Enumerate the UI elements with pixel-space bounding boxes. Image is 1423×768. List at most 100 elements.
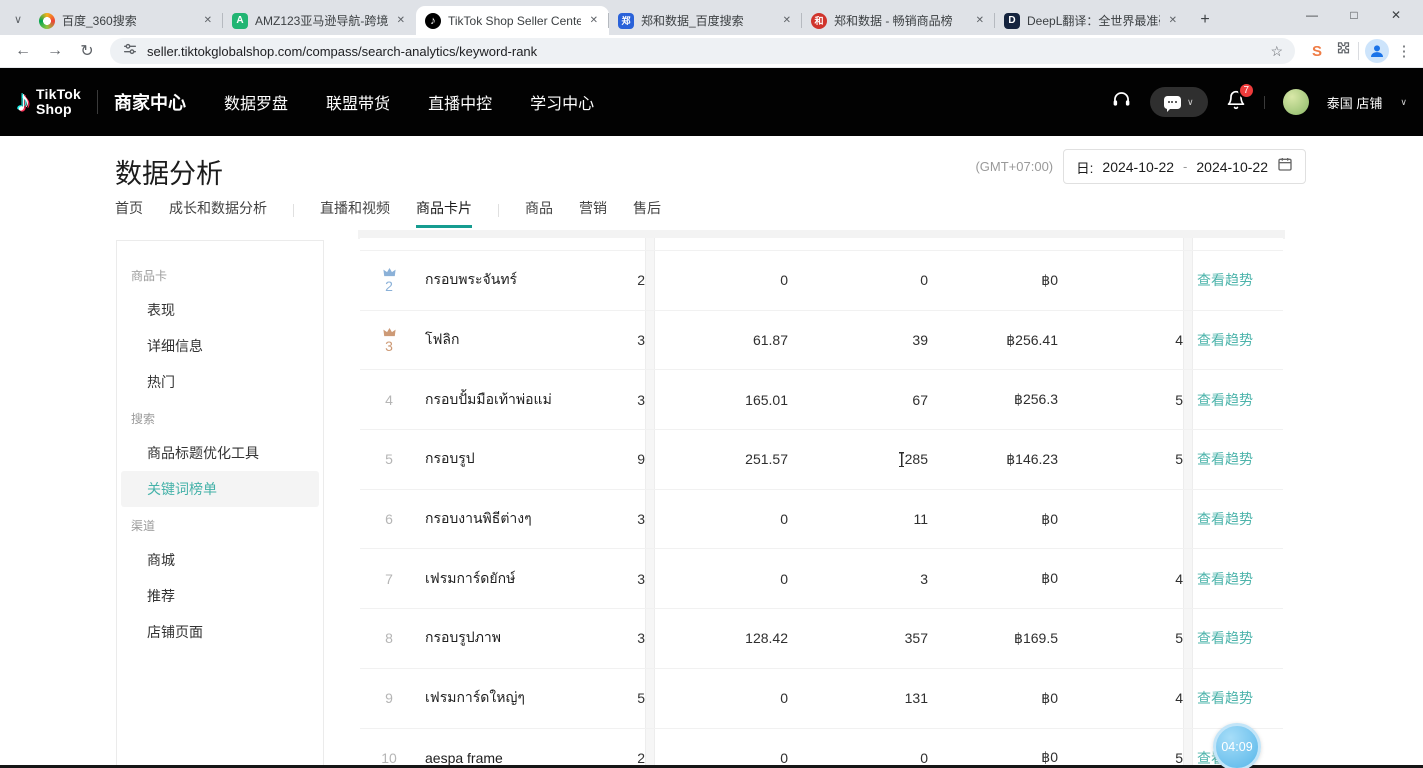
rank-number: 9 [385, 690, 393, 706]
table-row: 9เฟรมการ์ดใหญ่ๆ50131฿04查看趋势 [360, 669, 1283, 729]
tiktok-note-icon: ♪ [16, 85, 31, 119]
header-nav-item[interactable]: 直播中控 [428, 90, 492, 114]
view-trend-link[interactable]: 查看趋势 [1197, 630, 1253, 646]
header-nav-item[interactable]: 联盟带货 [326, 90, 390, 114]
tab-close-icon[interactable]: ✕ [395, 13, 407, 28]
page-tab[interactable]: 直播和视频 [320, 198, 390, 228]
browser-tab[interactable]: DDeepL翻译：全世界最准确✕ [995, 6, 1188, 35]
rank-number: 4 [385, 392, 393, 408]
column-seam [645, 549, 655, 608]
toolbar-divider [1358, 42, 1359, 60]
site-settings-icon[interactable] [122, 41, 138, 62]
column-seam [645, 238, 655, 250]
clipped-value: 3 [637, 630, 645, 646]
value-cell: 0 [655, 571, 788, 587]
extensions-puzzle-icon[interactable] [1335, 40, 1352, 62]
rank-cell: 9 [360, 669, 418, 728]
page-tab[interactable]: 商品 [525, 198, 553, 228]
view-trend-link[interactable]: 查看趋势 [1197, 332, 1253, 348]
sidebar-item[interactable]: 表现 [117, 292, 323, 328]
tab-close-icon[interactable]: ✕ [1167, 13, 1179, 28]
clipped-value: 5 [637, 690, 645, 706]
tab-close-icon[interactable]: ✕ [588, 13, 600, 28]
page-tab[interactable]: 售后 [633, 198, 661, 228]
address-bar[interactable]: seller.tiktokglobalshop.com/compass/sear… [110, 38, 1295, 64]
maximize-button[interactable]: □ [1333, 0, 1375, 30]
keyword-cell: เฟรมการ์ดใหญ่ๆ [418, 687, 637, 709]
tab-close-icon[interactable]: ✕ [202, 13, 214, 28]
calendar-icon[interactable] [1277, 156, 1293, 177]
crown-icon [383, 267, 396, 277]
view-trend-link[interactable]: 查看趋势 [1197, 451, 1253, 467]
browser-tab[interactable]: 百度_360搜索 ✕ [30, 6, 223, 35]
browser-tab[interactable]: 郑郑和数据_百度搜索✕ [609, 6, 802, 35]
back-button[interactable]: ← [10, 38, 36, 64]
view-trend-link[interactable]: 查看趋势 [1197, 392, 1253, 408]
minimize-button[interactable]: — [1291, 0, 1333, 30]
tiktok-shop-logo[interactable]: TikTok Shop [36, 87, 81, 117]
close-button[interactable]: ✕ [1375, 0, 1417, 30]
tab-close-icon[interactable]: ✕ [974, 13, 986, 28]
window-controls: — □ ✕ [1291, 0, 1417, 30]
clipped-value: 3 [637, 571, 645, 587]
browser-tab[interactable]: ♪TikTok Shop Seller Cente✕ [416, 6, 609, 35]
tab-title: 百度_360搜索 [62, 12, 195, 29]
page-tab[interactable]: 首页 [115, 198, 143, 228]
header-nav-item[interactable]: 商家中心 [114, 89, 186, 115]
date-end[interactable]: 2024-10-22 [1196, 159, 1268, 175]
view-trend-link[interactable]: 查看趋势 [1197, 272, 1253, 288]
bookmark-star-icon[interactable]: ☆ [1270, 43, 1283, 60]
new-tab-button[interactable]: + [1192, 7, 1218, 33]
keyword-cell: กรอบปั้มมือเท้าพ่อแม่ [418, 389, 637, 411]
sidebar-item[interactable]: 热门 [117, 364, 323, 400]
browser-tab[interactable]: AAMZ123亚马逊导航-跨境✕ [223, 6, 416, 35]
page-tab[interactable]: 营销 [579, 198, 607, 228]
value-cell: 0 [655, 750, 788, 766]
crown-icon [383, 327, 396, 337]
sidebar-item[interactable]: 关键词榜单 [121, 471, 319, 507]
sidebar-item[interactable]: 商城 [117, 542, 323, 578]
clipped-value: 4 [1058, 571, 1183, 587]
tab-search-chevron-icon[interactable]: ∨ [6, 5, 30, 33]
messages-button[interactable]: ∨ [1150, 87, 1208, 117]
chevron-down-icon[interactable]: ∨ [1400, 97, 1407, 108]
browser-profile-avatar[interactable] [1365, 39, 1389, 63]
rank-cell: 10 [360, 729, 418, 768]
column-seam [1183, 609, 1193, 668]
date-range-picker[interactable]: 日: 2024-10-22 - 2024-10-22 [1063, 149, 1306, 184]
support-headset-icon[interactable] [1111, 89, 1132, 115]
reload-button[interactable]: ↻ [74, 38, 100, 64]
tab-title: AMZ123亚马逊导航-跨境 [255, 12, 388, 29]
sidebar-item[interactable]: 商品标题优化工具 [117, 435, 323, 471]
browser-menu-icon[interactable]: ⋮ [1395, 42, 1413, 60]
header-nav-item[interactable]: 学习中心 [530, 90, 594, 114]
column-seam [1183, 669, 1193, 728]
date-start[interactable]: 2024-10-22 [1102, 159, 1174, 175]
zhenghe-rank-favicon: 和 [811, 13, 827, 29]
action-cell: 查看趋势 [1193, 509, 1283, 529]
shop-name[interactable]: 泰国 店铺 [1327, 93, 1383, 112]
extension-s-icon[interactable]: S [1305, 43, 1329, 60]
page-tab[interactable]: 商品卡片 [416, 198, 472, 228]
header-nav-item[interactable]: 数据罗盘 [224, 90, 288, 114]
tab-close-icon[interactable]: ✕ [781, 13, 793, 28]
browser-tab[interactable]: 和郑和数据 - 畅销商品榜✕ [802, 6, 995, 35]
view-trend-link[interactable]: 查看趋势 [1197, 571, 1253, 587]
notifications-button[interactable]: 7 [1226, 90, 1246, 115]
column-seam [1183, 549, 1193, 608]
sidebar-item[interactable]: 推荐 [117, 578, 323, 614]
sidebar-item[interactable]: 店铺页面 [117, 614, 323, 650]
shop-avatar[interactable] [1283, 89, 1309, 115]
header-divider [97, 90, 98, 114]
page-tab[interactable]: 成长和数据分析 [169, 198, 267, 228]
recording-timer-bubble[interactable]: 04:09 [1213, 723, 1261, 768]
sidebar-item[interactable]: 详细信息 [117, 328, 323, 364]
forward-button[interactable]: → [42, 38, 68, 64]
browser-tab-strip: ∨ 百度_360搜索✕AAMZ123亚马逊导航-跨境✕♪TikTok Shop … [0, 0, 1423, 35]
view-trend-link[interactable]: 查看趋势 [1197, 511, 1253, 527]
url-text[interactable]: seller.tiktokglobalshop.com/compass/sear… [147, 44, 1261, 59]
sidebar-group-title: 渠道 [117, 507, 323, 542]
view-trend-link[interactable]: 查看趋势 [1197, 690, 1253, 706]
date-filter-row: (GMT+07:00) 日: 2024-10-22 - 2024-10-22 [975, 149, 1306, 184]
tab-separator [293, 204, 294, 217]
